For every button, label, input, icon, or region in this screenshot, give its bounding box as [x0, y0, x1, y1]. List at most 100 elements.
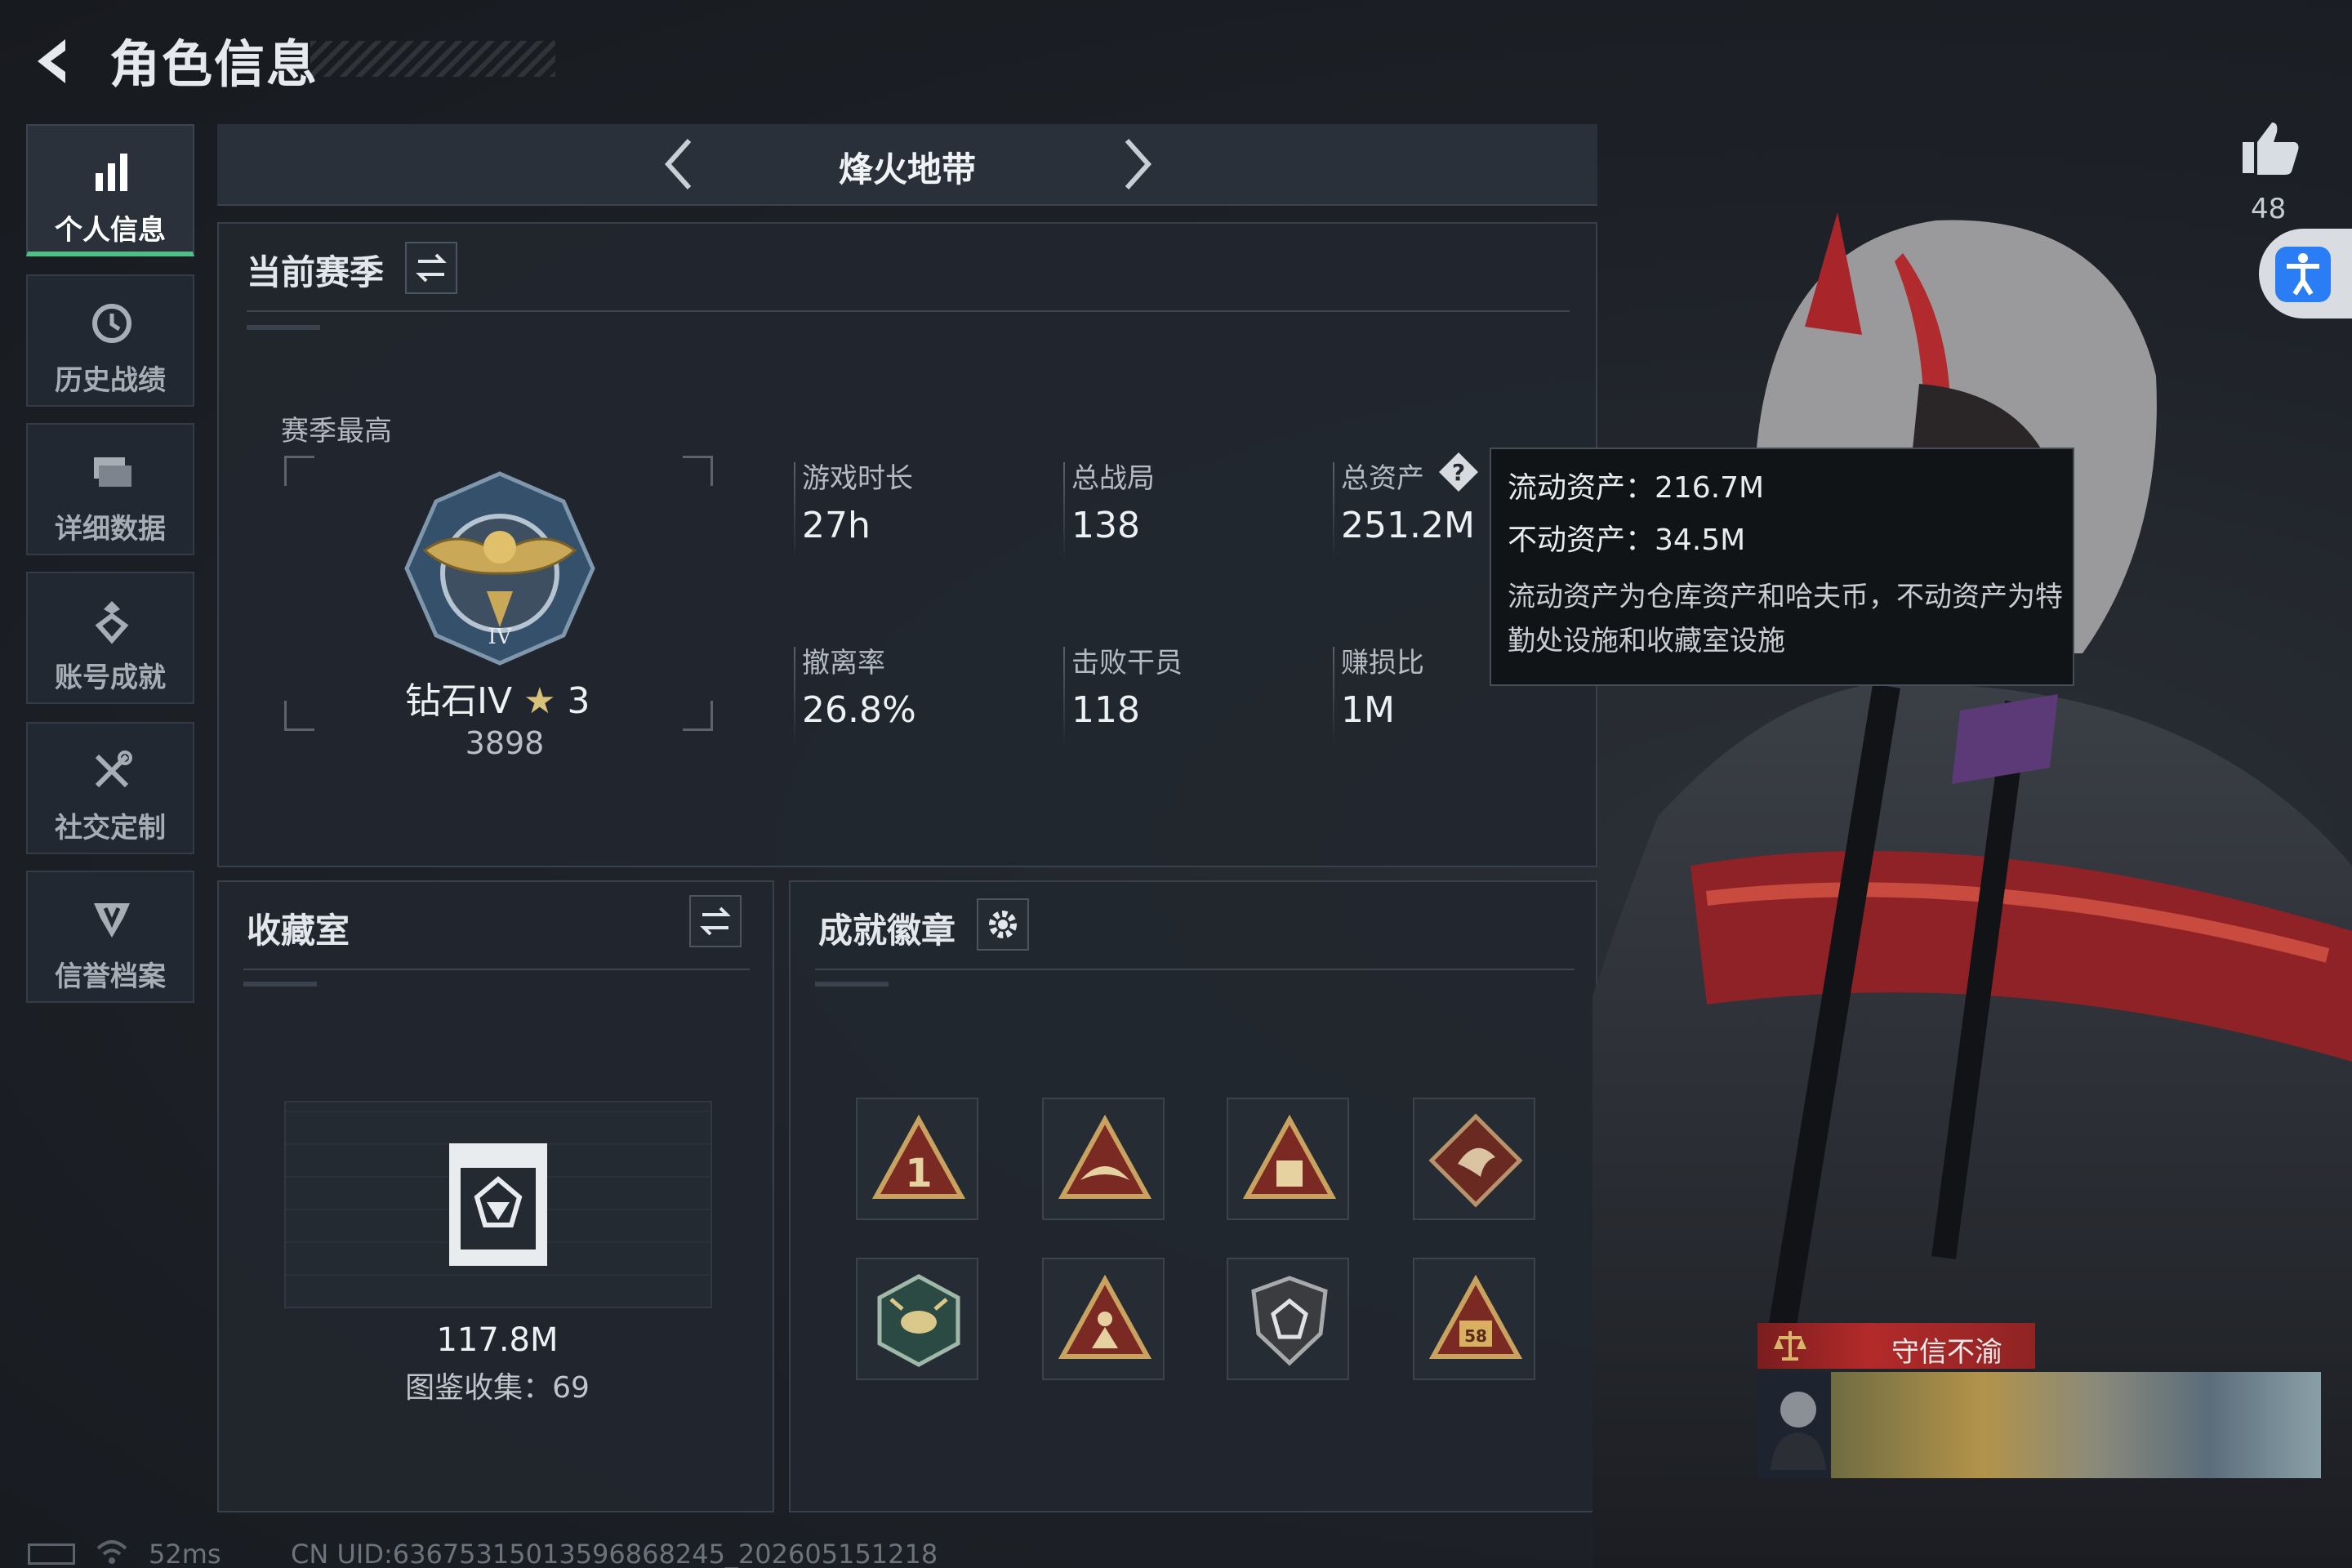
battery-icon: [28, 1544, 75, 1565]
nav-item-detailed-data[interactable]: 详细数据: [26, 423, 194, 555]
collection-value: 117.8M: [436, 1321, 559, 1359]
stat-value-kills: 118: [1071, 689, 1140, 731]
achievement-badge[interactable]: [1227, 1098, 1349, 1220]
mode-title: 烽火地带: [838, 149, 976, 189]
network-ping: 52ms: [149, 1539, 221, 1568]
star-icon: ★: [523, 680, 556, 722]
player-banner-card[interactable]: [1757, 1372, 2321, 1478]
stat-divider: [794, 647, 795, 745]
stat-label-total-assets: 总资产: [1341, 462, 1424, 495]
current-season-panel: 当前赛季 赛季最高 IV 钻石IV ★ 3 3898 游戏时长 27h 总战局 …: [217, 222, 1597, 867]
assets-description: 流动资产为仓库资产和哈夫币，不动资产为特勤处设施和收藏室设施: [1508, 581, 2063, 657]
achievement-badge[interactable]: [1042, 1098, 1165, 1220]
stat-label-profit-ratio: 赚损比: [1341, 647, 1424, 679]
collection-count: 图鉴收集：69: [405, 1371, 590, 1405]
next-mode-arrow-icon[interactable]: [1112, 136, 1161, 193]
page-title: 角色信息: [109, 34, 319, 94]
season-best-label: 赛季最高: [281, 415, 392, 448]
accessibility-button[interactable]: [2259, 229, 2352, 318]
swap-icon: [700, 906, 731, 936]
achievement-badge[interactable]: [1413, 1098, 1535, 1220]
divider: [815, 969, 1575, 970]
season-title: 当前赛季: [247, 252, 385, 292]
triangle-bag-badge-icon: [1242, 1114, 1337, 1199]
nav-label: 详细数据: [55, 513, 166, 546]
season-switch-button[interactable]: [405, 242, 457, 294]
dragon-diamond-badge-icon: [1428, 1113, 1523, 1208]
frame-corner: [683, 456, 713, 486]
reputation-shield-icon: [94, 903, 130, 938]
collection-preview[interactable]: [284, 1101, 712, 1308]
nav-item-social-custom[interactable]: 社交定制: [26, 722, 194, 854]
reputation-title: 守信不渝: [1891, 1336, 2002, 1369]
title-decoration: [310, 41, 555, 77]
stat-label-total-matches: 总战局: [1071, 462, 1155, 495]
nav-item-reputation[interactable]: 信誉档案: [26, 871, 194, 1003]
gear-icon: [989, 911, 1017, 938]
help-icon[interactable]: ?: [1436, 449, 1481, 495]
rank-star-count: 3: [567, 680, 590, 722]
collection-room-panel: 收藏室 117.8M 图鉴收集：69: [217, 880, 774, 1512]
nav-item-personal-info[interactable]: 个人信息: [26, 124, 194, 256]
stat-divider: [1063, 647, 1065, 745]
divider-tick: [243, 982, 317, 987]
reputation-title-banner[interactable]: 守信不渝: [1757, 1323, 2035, 1369]
collection-title: 收藏室: [247, 911, 350, 951]
avatar: [1771, 1392, 1826, 1470]
rank-name-row: 钻石IV ★ 3: [405, 671, 590, 724]
stat-value-total-assets: 251.2M: [1341, 505, 1475, 546]
achievement-badge[interactable]: 1: [856, 1098, 978, 1220]
rank-emblem-icon: IV: [404, 471, 595, 666]
stat-value-playtime: 27h: [802, 505, 871, 546]
display-case-icon: [449, 1143, 547, 1266]
tools-icon: [95, 751, 132, 788]
triangle-wing-badge-icon: [1058, 1114, 1152, 1199]
divider: [243, 969, 750, 970]
divider-tick: [815, 982, 889, 987]
badges-settings-button[interactable]: [977, 898, 1029, 951]
fixed-assets: 不动资产：34.5M: [1508, 523, 1746, 557]
stat-value-total-matches: 138: [1071, 505, 1140, 546]
triangle-58-badge-icon: 58: [1428, 1274, 1523, 1359]
swap-icon: [416, 253, 447, 283]
achievement-badge[interactable]: [856, 1258, 978, 1380]
frame-corner: [284, 456, 314, 486]
triangle-one-badge-icon: 1: [871, 1114, 966, 1199]
character-info-screen: 角色信息 个人信息 历史战绩 详细数据 账号成就 社交定制 信誉档案 烽火地带 …: [0, 0, 2352, 1568]
achievement-badge[interactable]: 58: [1413, 1258, 1535, 1380]
divider: [247, 310, 1570, 312]
stat-divider: [1333, 647, 1334, 745]
achievement-medal-icon: [95, 601, 129, 644]
stat-divider: [794, 462, 795, 560]
stat-value-extract-rate: 26.8%: [802, 689, 916, 731]
stat-label-extract-rate: 撤离率: [802, 647, 885, 679]
svg-text:1: 1: [905, 1151, 932, 1196]
mode-selector: 烽火地带: [217, 124, 1597, 206]
nav-item-achievements[interactable]: 账号成就: [26, 572, 194, 704]
like-count: 48: [2251, 193, 2287, 225]
svg-text:IV: IV: [488, 625, 512, 649]
achievement-badge[interactable]: [1042, 1258, 1165, 1380]
achievement-badge[interactable]: [1227, 1258, 1349, 1380]
accessibility-icon: [2275, 247, 2331, 302]
nav-item-history[interactable]: 历史战绩: [26, 274, 194, 407]
nav-label: 社交定制: [55, 812, 166, 844]
nav-label: 账号成就: [55, 662, 166, 694]
bar-chart-icon: [96, 154, 127, 191]
hexagon-wasp-badge-icon: [877, 1274, 960, 1367]
stat-divider: [1063, 462, 1065, 560]
wifi-icon: [96, 1540, 127, 1564]
divider-tick: [247, 325, 320, 330]
stat-label-kills: 击败干员: [1071, 647, 1183, 679]
collection-switch-button[interactable]: [689, 895, 742, 947]
badges-title: 成就徽章: [818, 911, 956, 951]
liquid-assets: 流动资产：216.7M: [1508, 471, 1765, 505]
rank-score: 3898: [465, 725, 545, 761]
back-arrow-icon[interactable]: [28, 33, 85, 90]
thumbs-up-icon[interactable]: [2239, 118, 2301, 180]
svg-text:?: ?: [1452, 459, 1465, 486]
stat-divider: [1333, 462, 1334, 560]
nav-label: 历史战绩: [55, 364, 166, 397]
player-uid: CN UID:6367531501359686824​5_20260515121…: [291, 1539, 938, 1568]
stat-label-playtime: 游戏时长: [802, 462, 913, 495]
